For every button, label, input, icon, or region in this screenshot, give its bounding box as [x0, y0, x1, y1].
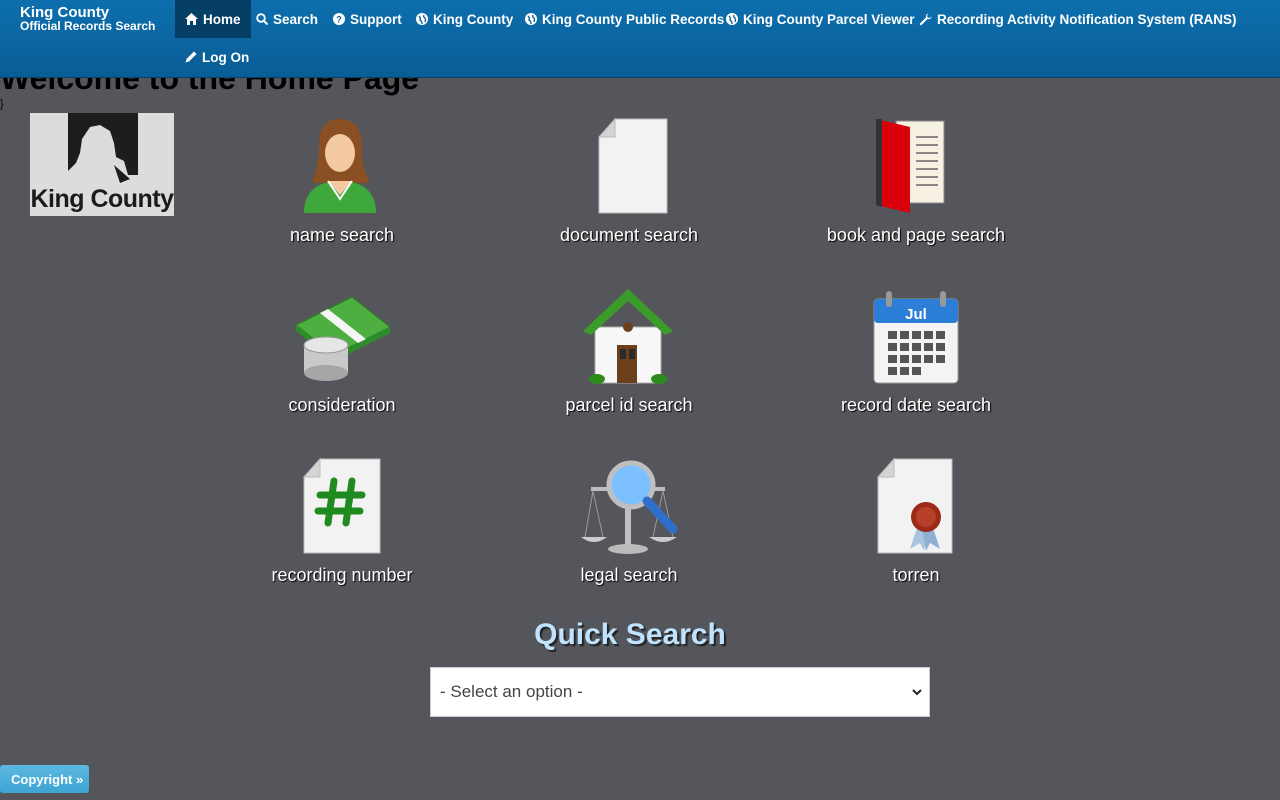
- tile-recording-number[interactable]: recording number: [222, 457, 462, 597]
- search-icon: [256, 13, 268, 25]
- king-county-logo: King County: [30, 113, 174, 216]
- tile-book-and-page-search-label: book and page search: [826, 225, 1006, 245]
- nav-king-county[interactable]: King County: [406, 0, 523, 38]
- house-icon: [583, 289, 673, 384]
- wrench-icon: [919, 13, 932, 25]
- nav-search-label: Search: [273, 11, 319, 27]
- nav-home[interactable]: Home: [175, 0, 251, 38]
- person-icon: [304, 119, 376, 213]
- nav-log-on[interactable]: Log On: [175, 38, 259, 76]
- calendar-month: Jul: [905, 306, 927, 323]
- tile-book-and-page-search[interactable]: book and page search: [796, 117, 1036, 257]
- logo-text: King County: [30, 185, 174, 213]
- nav-rans-label: Recording Activity Notification System (…: [937, 11, 1237, 27]
- tile-consideration-label: consideration: [288, 395, 396, 415]
- money-icon: [295, 296, 391, 381]
- tile-consideration[interactable]: consideration: [222, 287, 462, 427]
- document-icon: [597, 117, 668, 214]
- tile-record-date-search-label: record date search: [840, 395, 992, 415]
- mlk-portrait-icon: [68, 113, 138, 183]
- tile-torren[interactable]: torren: [796, 457, 1036, 597]
- calendar-icon: Jul: [873, 291, 959, 384]
- tile-recording-number-label: recording number: [271, 565, 413, 585]
- book-icon: [876, 119, 945, 213]
- svg-text:?: ?: [336, 15, 342, 25]
- brand-subtitle: Official Records Search: [20, 19, 156, 33]
- nav-home-label: Home: [203, 11, 241, 27]
- tile-parcel-id-search[interactable]: parcel id search: [509, 287, 749, 427]
- tile-legal-search[interactable]: legal search: [509, 457, 749, 597]
- nav-support[interactable]: ? Support: [323, 0, 412, 38]
- nav-public-records-label: King County Public Records: [542, 11, 725, 27]
- tile-record-date-search[interactable]: Jul record date search: [796, 287, 1036, 427]
- brand[interactable]: King County Official Records Search: [20, 4, 156, 33]
- top-navbar: King County Official Records Search Home…: [0, 0, 1280, 78]
- globe-icon: [416, 13, 428, 25]
- tile-torren-label: torren: [892, 565, 940, 585]
- chevron-down-icon: [912, 689, 922, 696]
- nav-log-on-label: Log On: [202, 49, 250, 65]
- copyright-button[interactable]: Copyright »: [0, 765, 89, 793]
- nav-king-county-label: King County: [433, 11, 514, 27]
- hash-document-icon: [302, 457, 381, 554]
- quick-search-title: Quick Search: [534, 618, 726, 651]
- sealed-document-icon: [876, 457, 953, 554]
- globe-icon: [726, 13, 738, 25]
- question-circle-icon: ?: [333, 13, 345, 25]
- nav-search[interactable]: Search: [246, 0, 328, 38]
- tile-legal-search-label: legal search: [580, 565, 678, 585]
- nav-parcel-viewer-label: King County Parcel Viewer: [743, 11, 915, 27]
- nav-parcel-viewer[interactable]: King County Parcel Viewer: [716, 0, 925, 38]
- pencil-icon: [185, 51, 197, 63]
- home-icon: [185, 13, 198, 25]
- tile-parcel-id-search-label: parcel id search: [565, 395, 693, 415]
- tile-document-search[interactable]: document search: [509, 117, 749, 257]
- globe-icon: [525, 13, 537, 25]
- quick-search-selected-value: - Select an option -: [440, 682, 583, 701]
- nav-public-records[interactable]: King County Public Records: [515, 0, 734, 38]
- nav-support-label: Support: [350, 11, 402, 27]
- nav-rans[interactable]: Recording Activity Notification System (…: [909, 0, 1247, 38]
- tile-name-search[interactable]: name search: [222, 117, 462, 257]
- quick-search-select[interactable]: - Select an option -: [430, 667, 930, 717]
- scales-magnifier-icon: [581, 460, 678, 554]
- tile-document-search-label: document search: [559, 225, 699, 245]
- tile-name-search-label: name search: [289, 225, 395, 245]
- brand-title: King County: [20, 4, 110, 21]
- stray-text: }: [0, 98, 4, 110]
